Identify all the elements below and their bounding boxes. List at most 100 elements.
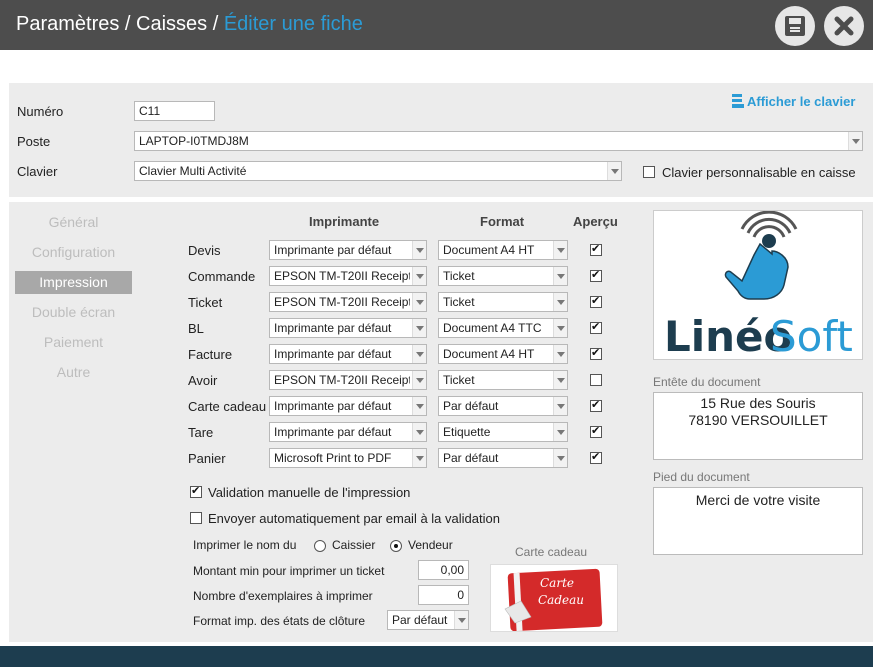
- radio-cashier[interactable]: [314, 540, 326, 552]
- printer-value: Imprimante par défaut: [274, 425, 392, 439]
- closing-format-label: Format imp. des états de clôture: [193, 614, 366, 628]
- printer-select[interactable]: EPSON TM-T20II Receipt: [269, 370, 427, 390]
- copies-label: Nombre d'exemplaires à imprimer: [193, 589, 373, 603]
- preview-checkbox[interactable]: [590, 450, 602, 464]
- preview-checkbox[interactable]: [590, 424, 602, 438]
- clavier-select[interactable]: Clavier Multi Activité: [134, 161, 622, 181]
- min-amount-label: Montant min pour imprimer un ticket: [193, 564, 385, 578]
- chevron-down-icon: [412, 449, 426, 467]
- row-label: Facture: [188, 347, 233, 362]
- keyboard-icon: [732, 94, 744, 108]
- clavier-label: Clavier: [17, 164, 58, 179]
- gift-card-image: Carte Cadeau: [490, 564, 618, 632]
- manual-validation-label: Validation manuelle de l'impression: [208, 485, 411, 500]
- row-label: BL: [188, 321, 204, 336]
- printer-select[interactable]: Imprimante par défaut: [269, 240, 427, 260]
- chevron-down-icon: [553, 267, 567, 285]
- nav-item-autre[interactable]: Autre: [15, 361, 132, 384]
- preview-checkbox[interactable]: [590, 268, 602, 282]
- printer-select[interactable]: EPSON TM-T20II Receipt: [269, 266, 427, 286]
- format-select[interactable]: Par défaut: [438, 448, 568, 468]
- format-select[interactable]: Par défaut: [438, 396, 568, 416]
- format-value: Par défaut: [443, 451, 499, 465]
- preview-checkbox[interactable]: [590, 242, 602, 256]
- footer-doc-field[interactable]: Merci de votre visite: [653, 487, 863, 555]
- poste-label: Poste: [17, 134, 51, 149]
- printer-select[interactable]: Imprimante par défaut: [269, 318, 427, 338]
- chevron-down-icon: [553, 371, 567, 389]
- printer-select[interactable]: EPSON TM-T20II Receipt: [269, 292, 427, 312]
- printer-select[interactable]: Microsoft Print to PDF: [269, 448, 427, 468]
- numero-field[interactable]: C11: [134, 101, 215, 121]
- header-printer: Imprimante: [309, 214, 380, 229]
- print-name-label: Imprimer le nom du: [193, 538, 297, 552]
- format-select[interactable]: Etiquette: [438, 422, 568, 442]
- logo-text-soft: Soft: [770, 312, 853, 359]
- chevron-down-icon: [412, 319, 426, 337]
- chevron-down-icon: [412, 293, 426, 311]
- chevron-down-icon: [412, 241, 426, 259]
- row-label: Devis: [188, 243, 221, 258]
- chevron-down-icon: [412, 397, 426, 415]
- header-doc-field[interactable]: 15 Rue des Souris 78190 VERSOUILLET: [653, 392, 863, 460]
- footer-doc-line-1: Merci de votre visite: [695, 492, 821, 508]
- format-value: Ticket: [443, 269, 475, 283]
- format-select[interactable]: Ticket: [438, 370, 568, 390]
- poste-value: LAPTOP-I0TMDJ8M: [139, 134, 249, 148]
- title-bar: Paramètres / Caisses / Éditer une fiche: [0, 0, 873, 50]
- nav-item-general[interactable]: Général: [15, 211, 132, 234]
- row-label: Carte cadeau: [188, 399, 267, 414]
- clavier-value: Clavier Multi Activité: [139, 164, 247, 178]
- printer-select[interactable]: Imprimante par défaut: [269, 396, 427, 416]
- title-accent: Éditer une fiche: [223, 13, 363, 35]
- copies-field[interactable]: 0: [418, 585, 469, 605]
- chevron-down-icon: [607, 162, 621, 180]
- gift-card-graphic: Carte Cadeau: [504, 568, 603, 632]
- nav-item-impression[interactable]: Impression: [15, 271, 132, 294]
- nav-item-paiement[interactable]: Paiement: [15, 331, 132, 354]
- printer-value: Imprimante par défaut: [274, 321, 392, 335]
- preview-checkbox[interactable]: [590, 374, 602, 386]
- format-select[interactable]: Document A4 TTC: [438, 318, 568, 338]
- app-window: Paramètres / Caisses / Éditer une fiche …: [0, 0, 873, 667]
- save-button[interactable]: [775, 6, 815, 46]
- close-icon: [834, 16, 854, 36]
- format-select[interactable]: Ticket: [438, 266, 568, 286]
- printer-value: Imprimante par défaut: [274, 347, 392, 361]
- printer-select[interactable]: Imprimante par défaut: [269, 422, 427, 442]
- printer-value: Microsoft Print to PDF: [274, 451, 392, 465]
- company-logo: Linéo Soft: [653, 210, 863, 361]
- row-label: Commande: [188, 269, 256, 284]
- header-format: Format: [480, 214, 525, 229]
- close-button[interactable]: [824, 6, 864, 46]
- closing-format-select[interactable]: Par défaut: [387, 610, 469, 630]
- preview-checkbox[interactable]: [590, 320, 602, 334]
- bottom-bar: [0, 646, 873, 667]
- custom-keyboard-label: Clavier personnalisable en caisse: [662, 165, 856, 180]
- custom-keyboard-checkbox[interactable]: [643, 166, 655, 178]
- preview-checkbox[interactable]: [590, 294, 602, 308]
- show-keyboard-link[interactable]: Afficher le clavier: [732, 94, 855, 109]
- format-select[interactable]: Document A4 HT: [438, 240, 568, 260]
- nav-item-configuration[interactable]: Configuration: [15, 241, 132, 264]
- manual-validation-checkbox[interactable]: [190, 484, 202, 498]
- chevron-down-icon: [553, 345, 567, 363]
- radio-seller[interactable]: [390, 540, 402, 552]
- preview-checkbox[interactable]: [590, 346, 602, 360]
- printer-value: Imprimante par défaut: [274, 243, 392, 257]
- printer-select[interactable]: Imprimante par défaut: [269, 344, 427, 364]
- row-label: Panier: [188, 451, 226, 466]
- preview-checkbox[interactable]: [590, 398, 602, 412]
- format-select[interactable]: Document A4 HT: [438, 344, 568, 364]
- gift-card-title: Carte cadeau: [515, 545, 588, 559]
- printer-value: Imprimante par défaut: [274, 399, 392, 413]
- row-label: Tare: [188, 425, 214, 440]
- chevron-down-icon: [553, 319, 567, 337]
- min-amount-field[interactable]: 0,00: [418, 560, 469, 580]
- nav-item-double-ecran[interactable]: Double écran: [15, 301, 132, 324]
- poste-select[interactable]: LAPTOP-I0TMDJ8M: [134, 131, 863, 151]
- auto-email-checkbox[interactable]: [190, 512, 202, 524]
- format-value: Ticket: [443, 295, 475, 309]
- format-select[interactable]: Ticket: [438, 292, 568, 312]
- chevron-down-icon: [412, 267, 426, 285]
